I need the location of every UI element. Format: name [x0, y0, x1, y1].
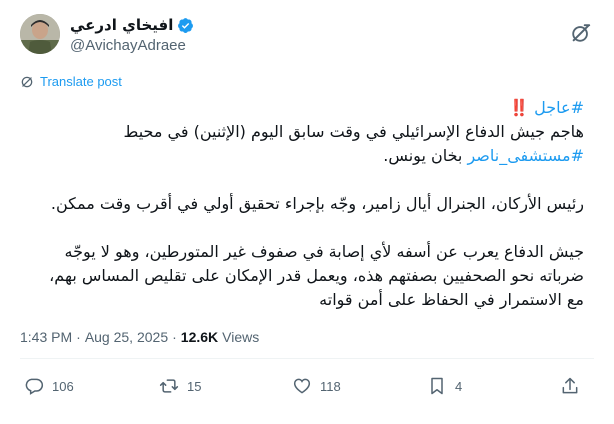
share-button[interactable] — [560, 376, 580, 396]
repost-count: 15 — [187, 378, 202, 394]
bookmark-button[interactable]: 4 — [427, 376, 462, 396]
body-line-1: هاجم جيش الدفاع الإسرائيلي في وقت سابق ا… — [123, 122, 585, 141]
divider — [20, 358, 594, 359]
verified-badge-icon — [178, 17, 194, 33]
like-count: 118 — [320, 378, 341, 394]
reply-count: 106 — [52, 378, 74, 394]
share-icon — [562, 377, 578, 394]
post-card: افيخاي ادرعي @AvichayAdraee Translate po… — [0, 0, 614, 424]
like-button[interactable]: 118 — [292, 376, 341, 396]
grok-icon[interactable] — [570, 22, 592, 44]
post-meta: 1:43 PM · Aug 25, 2025 · 12.6K Views — [20, 329, 259, 345]
author-handle[interactable]: @AvichayAdraee — [70, 37, 194, 54]
body-line-2-rest: بخان يونس. — [383, 146, 468, 165]
action-bar: 106 15 118 4 — [20, 376, 594, 404]
alert-marks: ‼️ — [509, 98, 530, 117]
views-label: Views — [222, 329, 260, 345]
body-line-alert: #عاجل ‼️ — [24, 96, 584, 120]
author-names: افيخاي ادرعي @AvichayAdraee — [70, 15, 194, 54]
body-line-2: #مستشفى_ناصر بخان يونس. — [24, 144, 584, 168]
meta-separator: · — [76, 329, 81, 345]
post-time[interactable]: 1:43 PM — [20, 329, 72, 345]
hashtag-nasser-hospital[interactable]: #مستشفى_ناصر — [467, 146, 584, 165]
reply-icon — [25, 378, 44, 395]
translate-icon — [21, 76, 33, 87]
post-header: افيخاي ادرعي @AvichayAdraee — [20, 14, 594, 58]
body-paragraph-3-line-1: جيش الدفاع يعرب عن أسفه لأي إصابة في صفو… — [64, 242, 585, 261]
views-count: 12.6K — [180, 329, 219, 345]
author-display-name[interactable]: افيخاي ادرعي — [70, 16, 173, 34]
body-paragraph-3-line-2: ضرباته نحو الصحفيين بصفتهم هذه، ويعمل قد… — [49, 266, 584, 285]
body-paragraph-2: رئيس الأركان، الجنرال أيال زامير، وجّه ب… — [50, 194, 584, 213]
reply-button[interactable]: 106 — [24, 376, 74, 396]
translate-post-link[interactable]: Translate post — [20, 74, 122, 89]
avatar[interactable] — [20, 14, 60, 54]
bookmark-count: 4 — [455, 378, 463, 394]
translate-label: Translate post — [40, 74, 122, 89]
hashtag-urgent[interactable]: #عاجل — [534, 98, 584, 117]
repost-icon — [159, 379, 179, 393]
post-body: #عاجل ‼️ هاجم جيش الدفاع الإسرائيلي في و… — [24, 96, 584, 312]
post-date[interactable]: Aug 25, 2025 — [85, 329, 168, 345]
bookmark-icon — [431, 377, 443, 395]
repost-button[interactable]: 15 — [159, 376, 201, 396]
meta-separator-2: · — [172, 329, 177, 345]
body-paragraph-3-line-3: مع الاستمرار في الحفاظ على أمن قواته — [319, 290, 584, 309]
heart-icon — [293, 378, 311, 394]
